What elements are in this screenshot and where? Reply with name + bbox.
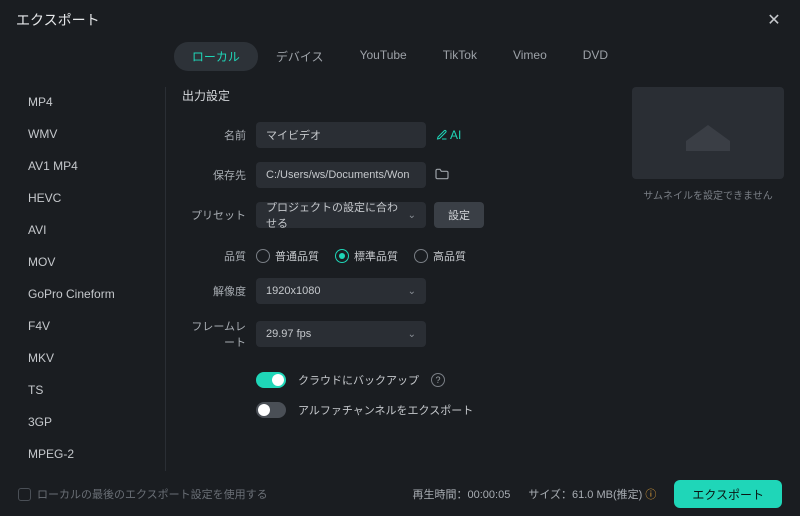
framerate-select[interactable]: 29.97 fps ⌄ [256, 321, 426, 347]
thumbnail-caption: サムネイルを設定できません [632, 187, 784, 202]
resolution-label: 解像度 [182, 283, 256, 299]
quality-radio-0[interactable]: 普通品質 [256, 248, 319, 264]
format-mp4[interactable]: MP4 [18, 87, 161, 117]
folder-icon[interactable] [434, 166, 450, 185]
preset-label: プリセット [182, 207, 256, 223]
dialog-title: エクスポート [16, 10, 100, 30]
format-3gp[interactable]: 3GP [18, 407, 161, 437]
alpha-channel-toggle[interactable] [256, 402, 286, 418]
export-button[interactable]: エクスポート [674, 480, 782, 508]
warning-icon[interactable]: ⓘ [645, 489, 656, 501]
format-ts[interactable]: TS [18, 375, 161, 405]
tab-youtube[interactable]: YouTube [342, 42, 425, 71]
thumbnail-preview[interactable] [632, 87, 784, 179]
help-icon[interactable]: ? [431, 373, 445, 387]
tab-tiktok[interactable]: TikTok [425, 42, 495, 71]
size-info: サイズ：61.0 MB(推定) ⓘ [528, 486, 656, 502]
format-hevc[interactable]: HEVC [18, 183, 161, 213]
format-f4v[interactable]: F4V [18, 311, 161, 341]
format-gopro-cineform[interactable]: GoPro Cineform [18, 279, 161, 309]
settings-button[interactable]: 設定 [434, 202, 484, 228]
framerate-label: フレームレート [182, 318, 256, 350]
duration-info: 再生時間：00:00:05 [413, 486, 511, 502]
ai-name-button[interactable]: AI [436, 128, 461, 142]
chevron-down-icon: ⌄ [408, 286, 416, 297]
tab-ローカル[interactable]: ローカル [174, 42, 258, 71]
tab-デバイス[interactable]: デバイス [258, 42, 342, 71]
saveto-label: 保存先 [182, 167, 256, 183]
resolution-select[interactable]: 1920x1080 ⌄ [256, 278, 426, 304]
format-mov[interactable]: MOV [18, 247, 161, 277]
name-label: 名前 [182, 127, 256, 143]
close-icon[interactable]: ✕ [764, 10, 784, 30]
tab-vimeo[interactable]: Vimeo [495, 42, 565, 71]
reuse-settings-label: ローカルの最後のエクスポート設定を使用する [37, 486, 268, 502]
format-mkv[interactable]: MKV [18, 343, 161, 373]
format-avi[interactable]: AVI [18, 215, 161, 245]
quality-label: 品質 [182, 248, 256, 264]
chevron-down-icon: ⌄ [408, 210, 416, 221]
format-sidebar: MP4WMVAV1 MP4HEVCAVIMOVGoPro CineformF4V… [18, 87, 166, 471]
name-input[interactable] [256, 122, 426, 148]
alpha-channel-label: アルファチャンネルをエクスポート [298, 402, 473, 418]
quality-radio-1[interactable]: 標準品質 [335, 248, 398, 264]
format-av1-mp4[interactable]: AV1 MP4 [18, 151, 161, 181]
tab-dvd[interactable]: DVD [565, 42, 626, 71]
quality-radio-2[interactable]: 高品質 [414, 248, 466, 264]
preset-select[interactable]: プロジェクトの設定に合わせる ⌄ [256, 202, 426, 228]
format-mpeg-2[interactable]: MPEG-2 [18, 439, 161, 469]
reuse-settings-checkbox[interactable] [18, 488, 31, 501]
cloud-backup-toggle[interactable] [256, 372, 286, 388]
saveto-field[interactable]: C:/Users/ws/Documents/Won [256, 162, 426, 188]
format-wmv[interactable]: WMV [18, 119, 161, 149]
cloud-backup-label: クラウドにバックアップ [298, 372, 419, 388]
chevron-down-icon: ⌄ [408, 329, 416, 340]
